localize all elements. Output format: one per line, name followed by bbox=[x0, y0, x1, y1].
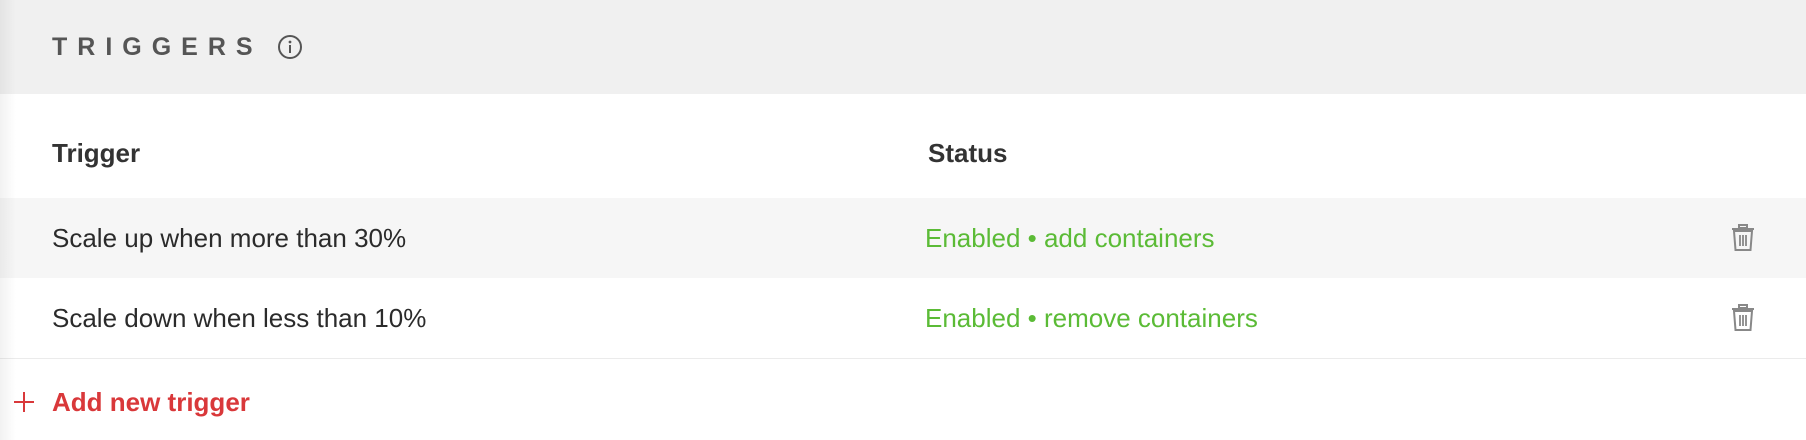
trigger-name: Scale up when more than 30% bbox=[52, 223, 407, 253]
table-row: Scale up when more than 30% Enabled • ad… bbox=[0, 198, 1806, 278]
triggers-panel: TRIGGERS Trigger Status Scale up when mo… bbox=[0, 0, 1806, 440]
column-header-status: Status bbox=[928, 138, 1008, 168]
trigger-status: Enabled • add containers bbox=[925, 223, 1215, 253]
table-row: Scale down when less than 10% Enabled • … bbox=[0, 278, 1806, 359]
section-title: TRIGGERS bbox=[52, 32, 263, 61]
section-header: TRIGGERS bbox=[0, 0, 1806, 94]
info-icon[interactable] bbox=[277, 34, 303, 60]
trigger-name: Scale down when less than 10% bbox=[52, 303, 427, 333]
add-new-trigger-label: Add new trigger bbox=[52, 386, 250, 417]
add-new-trigger-button[interactable]: Add new trigger bbox=[12, 382, 250, 422]
trigger-status: Enabled • remove containers bbox=[925, 303, 1258, 333]
trash-icon[interactable] bbox=[1730, 223, 1756, 253]
trash-icon[interactable] bbox=[1730, 303, 1756, 333]
column-header-trigger: Trigger bbox=[52, 138, 141, 168]
plus-icon bbox=[12, 390, 36, 414]
